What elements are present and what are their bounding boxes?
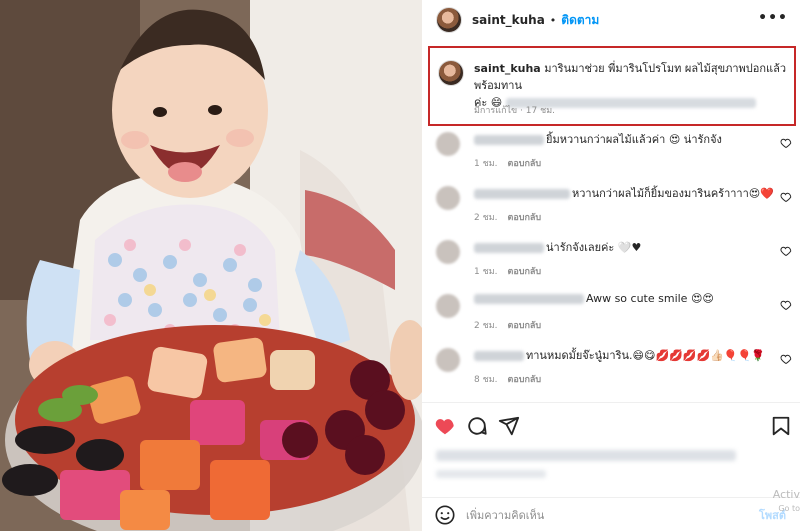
header-separator: • (549, 13, 557, 27)
windows-activation-watermark: Activ Go to (773, 488, 800, 516)
commenter-username-blurred[interactable] (474, 243, 544, 253)
reply-button[interactable]: ตอบกลับ (508, 267, 542, 277)
comment-item: ยิ้มหวานกว่าผลไม้แล้วค่า 😍 น่ารักจัง 1 ช… (422, 124, 800, 178)
commenter-avatar[interactable] (436, 132, 460, 156)
commenter-avatar[interactable] (436, 186, 460, 210)
commenter-username-blurred[interactable] (474, 351, 524, 361)
action-bar (432, 413, 792, 441)
heart-outline-icon[interactable] (780, 245, 792, 257)
heart-outline-icon[interactable] (780, 299, 792, 311)
comment-time: 2 ชม. (474, 213, 498, 223)
comment-text: หวานกว่าผลไม้ก็ยิ้มของมารินคร้าาาา😍❤️ (572, 187, 774, 200)
comment-text: ทานหมดมั้ยจ๊ะนู๋มาริน.😄😋💋💋💋💋👍🏻🎈🎈🌹 (526, 349, 766, 362)
comment-input[interactable]: เพิ่มความคิดเห็น (466, 506, 759, 524)
author-avatar[interactable] (436, 7, 462, 33)
follow-button[interactable]: ติดตาม (561, 11, 599, 30)
comment-text: Aww so cute smile 😍😍 (586, 292, 714, 305)
comment-item: หวานกว่าผลไม้ก็ยิ้มของมารินคร้าาาา😍❤️ 2 … (422, 178, 800, 232)
actions-divider (422, 402, 800, 403)
bookmark-icon[interactable] (770, 415, 792, 437)
comment-time: 2 ชม. (474, 321, 498, 331)
post-date-blurred (436, 470, 546, 478)
reply-button[interactable]: ตอบกลับ (508, 213, 542, 223)
comment-time: 1 ชม. (474, 267, 498, 277)
reply-button[interactable]: ตอบกลับ (508, 375, 542, 385)
comment-text: ยิ้มหวานกว่าผลไม้แล้วค่า 😍 น่ารักจัง (546, 133, 722, 146)
baby-with-fruit-image (0, 0, 422, 531)
paper-plane-icon[interactable] (498, 415, 520, 437)
heart-outline-icon[interactable] (780, 137, 792, 149)
post-header: saint_kuha • ติดตาม ••• (422, 0, 800, 40)
author-username[interactable]: saint_kuha (472, 13, 545, 27)
comment-time: 8 ชม. (474, 375, 498, 385)
heart-outline-icon[interactable] (780, 353, 792, 365)
caption-avatar[interactable] (438, 60, 464, 86)
caption-highlight: saint_kuha มารินมาช่วย พี่มารินโปรโมท ผล… (428, 46, 796, 126)
comment-item: น่ารักจังเลยค่ะ 🤍♥ 1 ชม. ตอบกลับ (422, 232, 800, 286)
caption-username[interactable]: saint_kuha (474, 62, 541, 75)
comment-bubble-icon[interactable] (466, 415, 488, 437)
reply-button[interactable]: ตอบกลับ (508, 321, 542, 331)
commenter-username-blurred[interactable] (474, 135, 544, 145)
heart-filled-icon[interactable] (434, 415, 456, 437)
reply-button[interactable]: ตอบกลับ (508, 159, 542, 169)
comment-item: ทานหมดมั้ยจ๊ะนู๋มาริน.😄😋💋💋💋💋👍🏻🎈🎈🌹 8 ชม. ต… (422, 340, 800, 394)
edited-label: มีการแก้ไข (474, 106, 518, 116)
commenter-avatar[interactable] (436, 240, 460, 264)
comment-text: น่ารักจังเลยค่ะ 🤍♥ (546, 241, 642, 254)
comment-list: ยิ้มหวานกว่าผลไม้แล้วค่า 😍 น่ารักจัง 1 ช… (422, 124, 800, 394)
smiley-icon[interactable] (434, 504, 456, 526)
watermark-line1: Activ (772, 488, 800, 501)
comment-item: Aww so cute smile 😍😍 2 ชม. ตอบกลับ (422, 286, 800, 340)
caption-time: 17 ชม. (525, 106, 556, 116)
more-dots-icon[interactable]: ••• (758, 10, 788, 26)
post-sidebar: saint_kuha • ติดตาม ••• saint_kuha มาริน… (422, 0, 800, 531)
commenter-avatar[interactable] (436, 348, 460, 372)
post-photo[interactable] (0, 0, 422, 531)
comment-time: 1 ชม. (474, 159, 498, 169)
add-comment-bar: เพิ่มความคิดเห็น โพสต์ (422, 498, 800, 531)
caption-meta: มีการแก้ไข · 17 ชม. (474, 106, 556, 116)
heart-outline-icon[interactable] (780, 191, 792, 203)
commenter-username-blurred[interactable] (474, 189, 570, 199)
watermark-line2: Go to (778, 504, 800, 513)
commenter-avatar[interactable] (436, 294, 460, 318)
commenter-username-blurred[interactable] (474, 294, 584, 304)
likes-count-blurred[interactable] (436, 450, 736, 461)
